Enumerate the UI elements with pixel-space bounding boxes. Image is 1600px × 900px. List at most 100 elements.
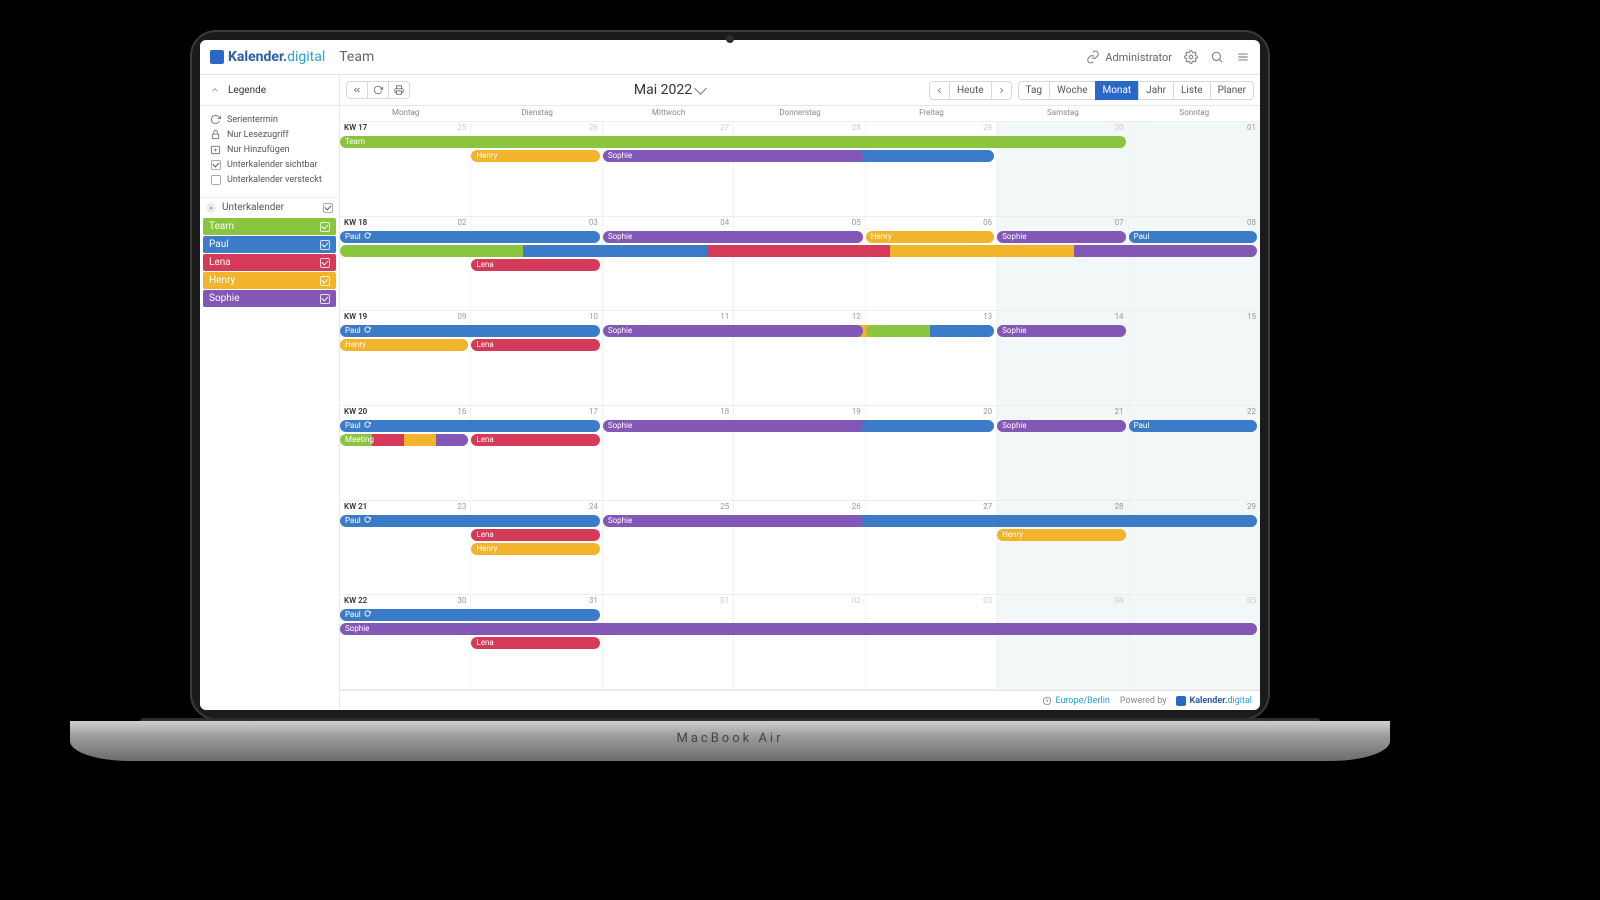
event[interactable]: Henry: [471, 543, 599, 555]
event[interactable]: Paul: [340, 609, 600, 621]
settings-button[interactable]: [1184, 50, 1198, 64]
today-button[interactable]: Heute: [949, 81, 992, 100]
event[interactable]: Sophie: [603, 325, 863, 337]
repeat-icon: [364, 325, 371, 337]
timezone-link[interactable]: Europe/Berlin: [1055, 696, 1109, 706]
day-header-label: Sonntag: [1129, 106, 1260, 121]
event[interactable]: Sophie: [603, 515, 863, 527]
event-label: Paul: [1134, 232, 1150, 241]
event[interactable]: Team: [340, 136, 1126, 148]
menu-button[interactable]: [1236, 50, 1250, 64]
brand-text-b: digital: [287, 49, 325, 65]
event[interactable]: Paul: [340, 325, 600, 337]
view-monat-button[interactable]: Monat: [1095, 81, 1140, 100]
calendar-item-paul[interactable]: Paul: [203, 236, 336, 253]
day-header: MontagDienstagMittwochDonnerstagFreitagS…: [340, 106, 1260, 122]
view-liste-button[interactable]: Liste: [1173, 81, 1211, 100]
event[interactable]: Sophie: [997, 231, 1125, 243]
week-row: 23242526272829KW 21PaulPaulSophieLenaHen…: [340, 501, 1260, 596]
subcalendars-title: Unterkalender: [222, 202, 284, 213]
week-row: 16171819202122KW 20PaulPaulSophieSophieP…: [340, 406, 1260, 501]
event-multi[interactable]: Meeting: [340, 434, 468, 446]
event[interactable]: Sophie: [603, 420, 863, 432]
event[interactable]: Paul: [1129, 231, 1257, 243]
brand-logo[interactable]: Kalender.digital: [210, 49, 325, 65]
brand-text-a: Kalender.: [228, 49, 287, 65]
calendar-item-team[interactable]: Team: [203, 218, 336, 235]
team-name: Team: [339, 49, 374, 65]
calendar-list: Team PaulLenaHenry Sophie: [200, 217, 339, 308]
legend-item: Unterkalender versteckt: [204, 172, 335, 187]
event[interactable]: Sophie: [603, 231, 863, 243]
repeat-icon: [210, 114, 221, 125]
footer: Europe/Berlin Powered by Kalender.digita…: [340, 690, 1260, 710]
event[interactable]: Henry: [866, 231, 994, 243]
week-number: KW 22: [344, 596, 367, 605]
calendar-toggle[interactable]: [320, 258, 330, 268]
event-label: Paul: [1134, 421, 1150, 430]
calendar-toggle[interactable]: [320, 240, 330, 250]
event[interactable]: Paul: [340, 515, 600, 527]
calendar-toggle[interactable]: [320, 294, 330, 304]
event[interactable]: Lena: [471, 259, 599, 271]
all-calendars-toggle[interactable]: [323, 203, 333, 213]
event-multi[interactable]: [340, 245, 1257, 257]
calendar-name: Sophie: [209, 293, 240, 304]
event[interactable]: Lena: [471, 529, 599, 541]
calendar-icon: [1176, 696, 1186, 706]
view-tag-button[interactable]: Tag: [1018, 81, 1050, 100]
link-icon: [1086, 50, 1100, 64]
calendar-item-henry[interactable]: Henry: [203, 272, 336, 289]
view-jahr-button[interactable]: Jahr: [1138, 81, 1174, 100]
event[interactable]: Lena: [471, 339, 599, 351]
event[interactable]: Sophie: [997, 325, 1125, 337]
calendar-item-sophie[interactable]: Sophie: [203, 290, 336, 307]
event-label: Lena: [476, 340, 493, 349]
event[interactable]: Paul: [340, 420, 600, 432]
event[interactable]: Paul: [1129, 420, 1257, 432]
search-button[interactable]: [1210, 50, 1224, 64]
event[interactable]: Sophie: [340, 623, 1257, 635]
repeat-icon: [364, 609, 371, 621]
event[interactable]: Henry: [471, 150, 599, 162]
period-selector[interactable]: Mai 2022: [416, 82, 923, 98]
event[interactable]: Lena: [471, 434, 599, 446]
refresh-button[interactable]: [367, 81, 389, 99]
footer-brand[interactable]: Kalender.digital: [1176, 696, 1252, 706]
week-row: 30310102030405KW 22PaulSophieLena: [340, 595, 1260, 690]
event-multi[interactable]: [866, 325, 994, 337]
event[interactable]: Sophie: [603, 150, 863, 162]
event[interactable]: Sophie: [997, 420, 1125, 432]
admin-link[interactable]: Administrator: [1086, 50, 1172, 64]
print-button[interactable]: [388, 81, 410, 99]
event-label: Henry: [1002, 530, 1023, 539]
event[interactable]: Henry: [340, 339, 468, 351]
powered-by-label: Powered by: [1120, 696, 1167, 706]
subcalendars-header[interactable]: Unterkalender: [200, 197, 339, 217]
nav-next-button[interactable]: [991, 81, 1012, 100]
event-label: Henry: [345, 340, 366, 349]
event-label: Henry: [476, 544, 497, 553]
chevron-up-icon: [210, 85, 220, 95]
calendar-toggle[interactable]: [320, 222, 330, 232]
event-label: Sophie: [608, 421, 632, 430]
event[interactable]: Paul: [340, 231, 600, 243]
nav-first-button[interactable]: [346, 81, 368, 99]
day-header-label: Mittwoch: [603, 106, 734, 121]
event-label: Team: [345, 137, 365, 146]
view-switch: TagWocheMonatJahrListePlaner: [1018, 81, 1254, 100]
event[interactable]: Henry: [997, 529, 1125, 541]
calendar-item-lena[interactable]: Lena: [203, 254, 336, 271]
event-label: Meeting: [345, 434, 374, 446]
calendar-toggle[interactable]: [320, 276, 330, 286]
legend-label: Nur Hinzufügen: [227, 145, 290, 155]
legend-header[interactable]: Legende: [200, 75, 339, 106]
nav-prev-button[interactable]: [929, 81, 950, 100]
add-cal-icon: [210, 144, 221, 155]
event[interactable]: Lena: [471, 637, 599, 649]
view-planer-button[interactable]: Planer: [1210, 81, 1254, 100]
view-woche-button[interactable]: Woche: [1049, 81, 1095, 100]
legend-label: Unterkalender sichtbar: [227, 160, 318, 170]
calendar-name: Team: [209, 221, 234, 232]
week-number: KW 17: [344, 123, 367, 132]
